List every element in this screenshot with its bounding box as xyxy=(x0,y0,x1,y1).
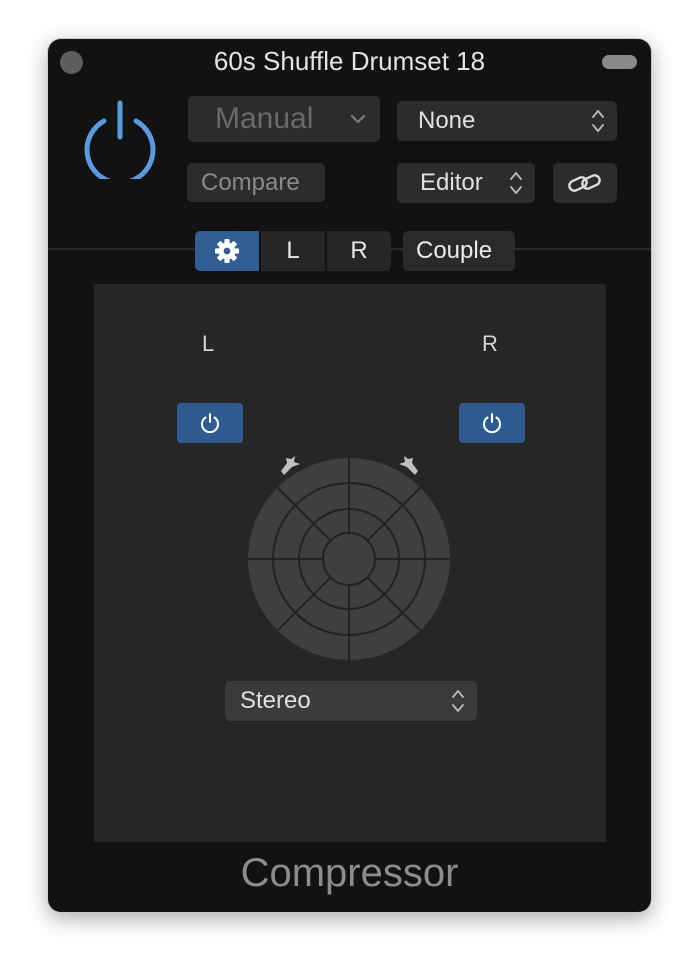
compare-button[interactable]: Compare xyxy=(187,163,325,202)
right-channel-label: R xyxy=(482,331,498,356)
segment-right[interactable]: R xyxy=(327,231,391,271)
plugin-name: Compressor xyxy=(240,851,459,895)
updown-arrows-icon xyxy=(592,110,604,132)
view-select-label: Editor xyxy=(420,169,483,196)
chevron-down-icon xyxy=(350,114,366,124)
link-icon xyxy=(568,174,601,192)
window-collapse-control[interactable] xyxy=(602,55,637,69)
channel-segmented-control[interactable]: L R xyxy=(195,231,391,271)
compare-label: Compare xyxy=(201,168,300,196)
none-select[interactable]: None xyxy=(397,101,617,141)
power-icon xyxy=(201,413,219,434)
couple-button[interactable]: Couple xyxy=(403,231,515,271)
couple-label: Couple xyxy=(416,237,493,264)
preset-label: Manual xyxy=(215,102,314,135)
view-select[interactable]: Editor xyxy=(397,163,535,203)
preset-dropdown[interactable]: Manual xyxy=(188,96,380,142)
plugin-power-icon[interactable] xyxy=(80,99,160,179)
surround-panner[interactable] xyxy=(244,454,454,664)
link-button[interactable] xyxy=(553,163,617,203)
none-select-label: None xyxy=(418,107,476,134)
updown-arrows-icon xyxy=(452,690,464,712)
format-select-label: Stereo xyxy=(240,687,311,714)
format-select[interactable]: Stereo xyxy=(225,681,477,721)
window-title: 60s Shuffle Drumset 18 xyxy=(213,46,486,76)
gear-icon xyxy=(215,239,239,263)
updown-arrows-icon xyxy=(510,172,522,194)
left-channel-power-button[interactable] xyxy=(177,403,243,443)
left-channel-label: L xyxy=(202,331,215,356)
power-icon xyxy=(483,413,501,434)
plugin-window: 60s Shuffle Drumset 18 Manual None Compa… xyxy=(48,39,651,912)
surround-panel: L R Stereo xyxy=(94,284,606,842)
settings-segment[interactable] xyxy=(195,231,261,271)
right-channel-power-button[interactable] xyxy=(459,403,525,443)
segment-left[interactable]: L xyxy=(261,231,327,271)
